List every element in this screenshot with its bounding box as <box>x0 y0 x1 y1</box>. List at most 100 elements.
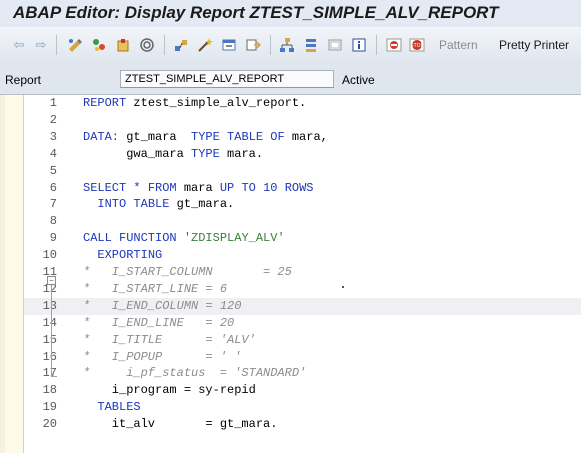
fold-guide-line <box>51 285 52 376</box>
code-line[interactable]: 17 * i_pf_status = 'STANDARD' <box>24 365 581 382</box>
comment-token: * I_POPUP = ' ' <box>83 349 242 364</box>
code-text: gwa_mara TYPE mara. <box>83 146 263 163</box>
code-line[interactable]: 9 CALL FUNCTION 'ZDISPLAY_ALV' <box>24 230 581 247</box>
code-token: ztest_simple_alv_report. <box>126 96 307 110</box>
comment-token: * I_END_LINE = 20 <box>83 315 235 330</box>
line-number: 4 <box>49 146 57 161</box>
code-line[interactable]: 4 gwa_mara TYPE mara. <box>24 146 581 163</box>
keyword-token: DATA: <box>83 129 120 144</box>
code-line[interactable]: 18 i_program = sy-repid <box>24 382 581 399</box>
code-line[interactable]: 3 DATA: gt_mara TYPE TABLE OF mara, <box>24 129 581 146</box>
code-token: i_program = sy-repid <box>83 383 256 398</box>
code-line[interactable]: 11 * I_START_COLUMN = 25 <box>24 264 581 281</box>
line-number: 10 <box>42 248 57 263</box>
code-token: gt_mara. <box>169 197 235 212</box>
pretty-printer-button[interactable]: Pretty Printer <box>499 38 569 52</box>
toolbar-separator <box>164 35 165 55</box>
comment-token: * I_END_COLUMN = 120 <box>83 298 242 313</box>
frame-icon[interactable] <box>326 36 344 54</box>
line-number: 15 <box>42 332 57 347</box>
application-toolbar: ⇦ ⇨ STOP Pattern Pretty Printer <box>0 27 581 65</box>
collapse-block-icon[interactable]: − <box>47 276 56 285</box>
where-used-icon[interactable] <box>172 36 190 54</box>
code-line[interactable]: 7 INTO TABLE gt_mara. <box>24 196 581 213</box>
code-text: * I_START_COLUMN = 25 <box>83 264 292 281</box>
set-breakpoint-icon[interactable] <box>385 36 403 54</box>
code-line[interactable]: 5 <box>24 163 581 180</box>
test-execute-icon[interactable] <box>138 36 156 54</box>
line-number: 5 <box>49 163 57 178</box>
line-number: 3 <box>49 129 57 144</box>
code-line[interactable]: 15 * I_TITLE = 'ALV' <box>24 332 581 349</box>
line-number: 9 <box>49 231 57 246</box>
code-line[interactable]: 12 * I_START_LINE = 6 <box>24 281 581 298</box>
line-number: 8 <box>49 214 57 229</box>
object-list-wand-icon[interactable] <box>196 36 214 54</box>
line-number: 1 <box>49 96 57 110</box>
enhance-icon[interactable] <box>244 36 262 54</box>
stack-icon[interactable] <box>302 36 320 54</box>
code-text: * i_pf_status = 'STANDARD' <box>83 365 306 382</box>
code-line[interactable]: 10 EXPORTING <box>24 247 581 264</box>
check-syntax-icon[interactable] <box>90 36 108 54</box>
code-line[interactable]: 13 * I_END_COLUMN = 120 <box>24 297 581 315</box>
line-number: 20 <box>42 417 57 432</box>
line-number: 19 <box>42 400 57 415</box>
hierarchy-icon[interactable] <box>278 36 296 54</box>
code-line[interactable]: 16 * I_POPUP = ' ' <box>24 349 581 366</box>
line-number: 14 <box>42 315 57 330</box>
code-line[interactable]: 14 * I_END_LINE = 20 <box>24 315 581 332</box>
toolbar-separator <box>56 35 57 55</box>
pattern-button[interactable]: Pattern <box>439 38 478 52</box>
code-area[interactable]: 1 REPORT ztest_simple_alv_report. 2 3 DATA: … <box>24 95 581 453</box>
code-text: * I_START_LINE = 6 <box>83 281 227 298</box>
toolbar-separator <box>270 35 271 55</box>
line-number: 7 <box>49 197 57 212</box>
display-change-icon[interactable] <box>66 36 84 54</box>
fold-guide-end <box>51 376 57 377</box>
line-number: 18 <box>42 383 57 398</box>
code-line[interactable]: 2 <box>24 112 581 129</box>
line-number: 13 <box>42 298 57 313</box>
keyword-token: INTO TABLE <box>97 197 170 212</box>
code-line[interactable]: 19 TABLES <box>24 399 581 416</box>
code-text: SELECT * FROM mara UP TO 10 ROWS <box>83 180 314 197</box>
keyword-token: CALL FUNCTION <box>83 231 177 246</box>
info-icon[interactable] <box>350 36 368 54</box>
report-name-field[interactable]: ZTEST_SIMPLE_ALV_REPORT <box>120 70 334 88</box>
window-title: ABAP Editor: Display Report ZTEST_SIMPLE… <box>13 3 499 22</box>
code-text: * I_END_LINE = 20 <box>83 315 234 332</box>
activate-icon[interactable] <box>114 36 132 54</box>
toolbar-separator <box>376 35 377 55</box>
line-number: 17 <box>42 366 57 381</box>
code-text: it_alv = gt_mara. <box>83 416 278 433</box>
string-token: 'ZDISPLAY_ALV' <box>183 231 285 246</box>
code-text: CALL FUNCTION 'ZDISPLAY_ALV' <box>83 230 285 247</box>
code-line[interactable]: 20 it_alv = gt_mara. <box>24 416 581 433</box>
forward-arrow-icon[interactable]: ⇨ <box>32 36 50 54</box>
comment-token: * I_TITLE = 'ALV' <box>83 332 256 347</box>
code-text: DATA: gt_mara TYPE TABLE OF mara, <box>83 129 328 146</box>
code-line[interactable]: 8 <box>24 213 581 230</box>
status-text: Active <box>342 73 375 87</box>
code-token: gt_mara <box>119 129 192 144</box>
code-line[interactable]: 1 REPORT ztest_simple_alv_report. <box>24 95 581 112</box>
cursor-dot <box>342 286 344 288</box>
keyword-token: FROM <box>147 180 177 195</box>
keyword-token: ROWS <box>284 180 314 195</box>
back-arrow-icon[interactable]: ⇦ <box>10 36 28 54</box>
code-editor[interactable]: 1 REPORT ztest_simple_alv_report. 2 3 DATA: … <box>0 94 581 453</box>
code-text: EXPORTING <box>83 247 162 264</box>
code-line[interactable]: 6 SELECT * FROM mara UP TO 10 ROWS <box>24 180 581 197</box>
navigation-window-icon[interactable] <box>220 36 238 54</box>
line-number: 2 <box>49 112 57 127</box>
title-bar: ABAP Editor: Display Report ZTEST_SIMPLE… <box>0 0 581 27</box>
keyword-token: UP TO <box>219 180 256 195</box>
stop-breakpoint-icon[interactable]: STOP <box>408 36 426 54</box>
line-number: 6 <box>49 180 57 195</box>
comment-token: * I_START_LINE = 6 <box>83 281 228 296</box>
